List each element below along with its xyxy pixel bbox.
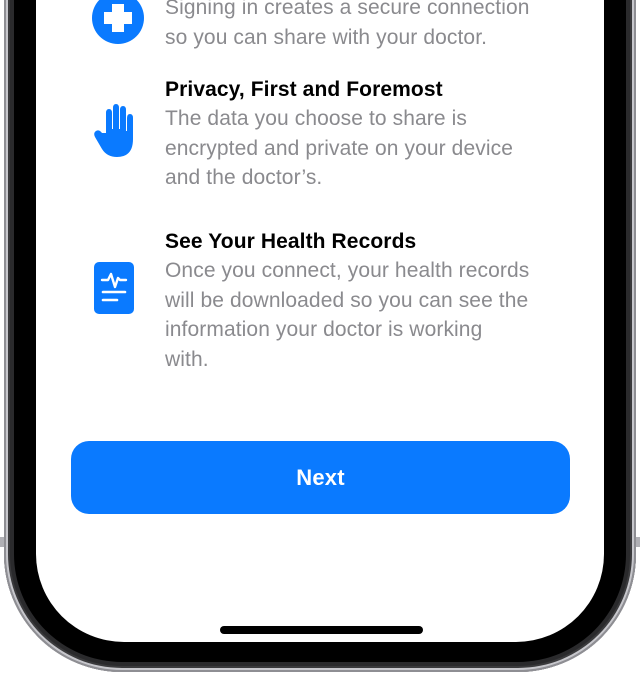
home-indicator[interactable] [220, 626, 423, 634]
health-record-icon [90, 260, 138, 316]
medical-plus-icon [90, 0, 146, 46]
hand-raised-icon [90, 103, 138, 159]
next-button[interactable]: Next [71, 441, 570, 514]
feature-body-line: and the doctor’s. [165, 166, 323, 189]
phone-screen: Signing in creates a secure connection s… [36, 0, 604, 642]
feature-text: Privacy, First and Foremost The data you… [165, 75, 585, 193]
feature-body-line: information your doctor is working [165, 318, 483, 341]
side-button-right [636, 537, 640, 547]
feature-body-line: Once you connect, your health records [165, 259, 530, 282]
feature-body-line: Signing in creates a secure connection [165, 0, 530, 19]
feature-text: Signing in creates a secure connection s… [165, 0, 585, 52]
device-screenshot: Signing in creates a secure connection s… [0, 0, 640, 673]
feature-title: See Your Health Records [165, 230, 417, 253]
feature-title: Privacy, First and Foremost [165, 78, 443, 101]
feature-body-line: encrypted and private on your device [165, 136, 513, 160]
feature-body-line: with. [165, 347, 209, 371]
feature-body-line: will be downloaded so you can see the [165, 288, 529, 312]
feature-text: See Your Health Records Once you connect… [165, 227, 585, 374]
feature-body-line: so you can share with your doctor. [165, 25, 488, 49]
side-button-left [0, 537, 4, 547]
feature-body-line: The data you choose to share is [165, 107, 467, 130]
